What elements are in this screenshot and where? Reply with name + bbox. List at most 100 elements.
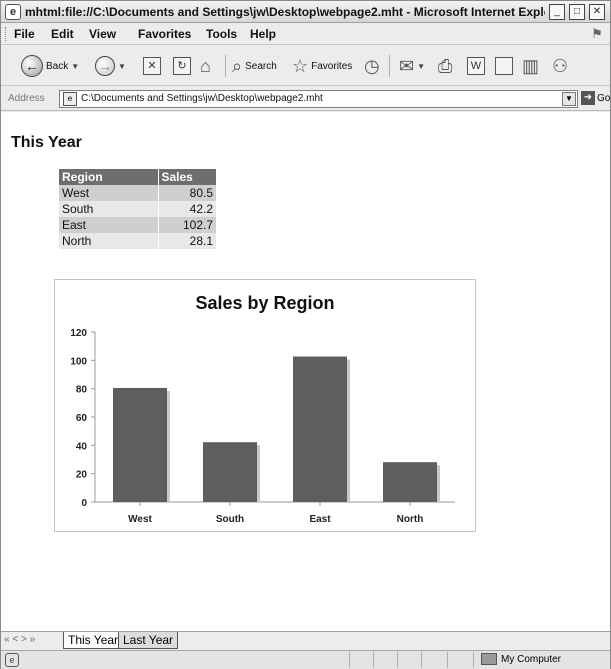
x-tick-label: North <box>397 514 424 525</box>
status-pane <box>447 652 448 668</box>
table-row: South 42.2 <box>59 201 216 217</box>
back-dropdown-icon[interactable]: ▼ <box>71 62 79 71</box>
favorites-button[interactable]: ☆ Favorites <box>292 54 352 78</box>
bar <box>293 356 347 502</box>
word-button[interactable]: W <box>467 54 485 78</box>
mail-button[interactable]: ✉ ▼ <box>399 54 425 78</box>
table-row: East 102.7 <box>59 217 216 233</box>
toolbar-grip[interactable] <box>5 27 8 41</box>
menu-view[interactable]: View <box>89 27 116 41</box>
status-bar: e My Computer <box>1 650 610 669</box>
search-icon: ⌕ <box>232 56 243 76</box>
refresh-icon: ↻ <box>173 57 191 75</box>
y-tick-label: 60 <box>76 413 88 424</box>
research-button[interactable]: ▥ <box>522 54 539 78</box>
sales-cell: 42.2 <box>158 201 216 217</box>
title-bar: e mhtml:file://C:\Documents and Settings… <box>1 1 610 23</box>
y-tick-label: 40 <box>76 441 88 452</box>
back-arrow-icon: ← <box>21 55 43 77</box>
discuss-button[interactable] <box>495 54 513 78</box>
column-header-sales: Sales <box>158 169 216 185</box>
close-button[interactable]: ✕ <box>589 4 605 20</box>
menu-bar: File Edit View Favorites Tools Help ⚑ <box>1 23 610 45</box>
status-pane <box>473 652 474 668</box>
bar <box>203 442 257 502</box>
toolbar-separator <box>225 55 226 77</box>
menu-edit[interactable]: Edit <box>51 27 74 41</box>
mail-dropdown-icon[interactable]: ▼ <box>417 62 425 71</box>
menu-favorites[interactable]: Favorites <box>138 27 191 41</box>
search-button[interactable]: ⌕ Search <box>232 54 277 78</box>
address-url[interactable]: C:\Documents and Settings\jw\Desktop\web… <box>81 93 323 104</box>
minimize-button[interactable]: _ <box>549 4 565 20</box>
word-icon: W <box>467 57 485 75</box>
stop-button[interactable]: ✕ <box>143 54 161 78</box>
chart-plot-area: 0 20 40 60 80 100 120 West South East North <box>70 328 455 525</box>
back-label: Back <box>46 60 69 72</box>
messenger-icon: ⚇ <box>552 56 569 76</box>
chart-svg: Sales by Region 0 20 40 60 80 100 120 West South… <box>70 293 455 525</box>
status-pane <box>421 652 422 668</box>
page-status-icon: e <box>5 653 19 667</box>
computer-icon <box>481 653 497 665</box>
menu-help[interactable]: Help <box>250 27 276 41</box>
tab-last-year[interactable]: Last Year <box>118 632 179 649</box>
maximize-button[interactable]: □ <box>569 4 585 20</box>
page-content: This Year Region Sales West 80.5 South 4… <box>1 112 610 631</box>
x-tick-label: West <box>128 514 152 525</box>
status-pane <box>397 652 398 668</box>
y-tick-label: 120 <box>70 328 87 339</box>
favorites-label: Favorites <box>311 60 353 72</box>
forward-button[interactable]: → ▼ <box>95 54 126 78</box>
region-cell: East <box>59 217 159 233</box>
sheet-tab-bar: « < > » This Year Last Year <box>1 631 610 649</box>
favorites-star-icon: ☆ <box>292 56 309 76</box>
region-cell: West <box>59 185 159 201</box>
ie-icon[interactable]: e <box>5 4 21 20</box>
address-input[interactable]: e C:\Documents and Settings\jw\Desktop\w… <box>59 90 578 108</box>
print-icon: ⎙ <box>438 56 453 76</box>
table-row: North 28.1 <box>59 233 216 249</box>
go-label: Go <box>597 92 611 104</box>
messenger-button[interactable]: ⚇ <box>552 54 568 78</box>
search-label: Search <box>245 60 277 72</box>
menu-tools[interactable]: Tools <box>206 27 237 41</box>
print-button[interactable]: ⎙ <box>438 54 452 78</box>
x-tick-label: East <box>309 514 331 525</box>
home-button[interactable]: ⌂ <box>200 54 211 78</box>
address-dropdown-icon[interactable]: ▼ <box>562 92 576 106</box>
research-icon: ▥ <box>522 56 540 76</box>
table-row: West 80.5 <box>59 185 216 201</box>
zone-label: My Computer <box>501 653 562 665</box>
sales-chart: Sales by Region 0 20 40 60 80 100 120 West South… <box>54 279 476 532</box>
region-cell: North <box>59 233 159 249</box>
windows-logo-icon: ⚑ <box>591 26 603 41</box>
sales-table: Region Sales West 80.5 South 42.2 East 1… <box>59 169 216 249</box>
security-zone: My Computer <box>481 653 561 665</box>
chart-title: Sales by Region <box>195 293 334 313</box>
bar <box>383 462 437 502</box>
sheet-nav-arrows[interactable]: « < > » <box>4 634 35 645</box>
sales-cell: 102.7 <box>158 217 216 233</box>
forward-dropdown-icon[interactable]: ▼ <box>118 62 126 71</box>
address-label: Address <box>8 93 45 104</box>
back-button[interactable]: ← Back ▼ <box>21 54 79 78</box>
sales-cell: 28.1 <box>158 233 216 249</box>
go-arrow-icon: ➜ <box>581 91 595 105</box>
go-button[interactable]: ➜ Go <box>581 91 610 105</box>
x-tick-label: South <box>216 514 244 525</box>
window-title: mhtml:file://C:\Documents and Settings\j… <box>25 5 545 19</box>
history-icon: ◷ <box>364 56 380 76</box>
y-tick-label: 0 <box>81 498 87 509</box>
tab-this-year[interactable]: This Year <box>63 632 124 649</box>
history-button[interactable]: ◷ <box>364 54 380 78</box>
mail-icon: ✉ <box>399 56 415 76</box>
region-cell: South <box>59 201 159 217</box>
menu-file[interactable]: File <box>14 27 35 41</box>
sales-cell: 80.5 <box>158 185 216 201</box>
stop-icon: ✕ <box>143 57 161 75</box>
y-tick-label: 100 <box>70 356 87 367</box>
status-pane <box>349 652 350 668</box>
standard-toolbar: ← Back ▼ → ▼ ✕ ↻ ⌂ ⌕ Search ☆ Favorites … <box>1 46 610 86</box>
refresh-button[interactable]: ↻ <box>173 54 191 78</box>
